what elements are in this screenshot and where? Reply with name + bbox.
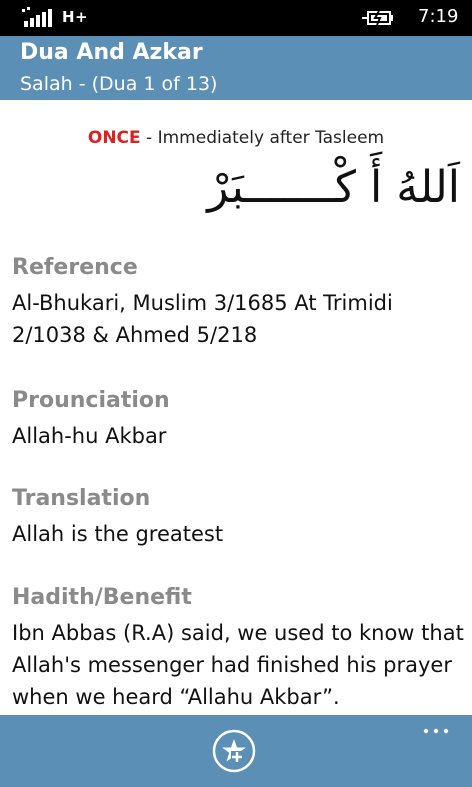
network-type-label: H+	[62, 8, 89, 26]
add-favorite-star-icon[interactable]	[211, 728, 257, 774]
frequency-label: ONCE	[87, 128, 141, 148]
pronunciation-heading: Prounciation	[12, 388, 170, 413]
reference-heading: Reference	[12, 255, 138, 280]
translation-text: Allah is the greatest	[12, 522, 224, 546]
pronunciation-text: Allah-hu Akbar	[12, 424, 167, 448]
translation-heading: Translation	[12, 486, 151, 511]
battery-charging-icon	[362, 10, 393, 26]
reference-text: Al-Bhukari, Muslim 3/1685 At Trimidi 2/1…	[12, 291, 393, 347]
app-bar	[0, 715, 472, 787]
app-header: Dua And Azkar Salah - (Dua 1 of 13)	[0, 36, 472, 100]
clock: 7:19	[418, 6, 459, 27]
signal-strength-icon	[22, 7, 52, 27]
dua-content[interactable]: ONCE - Immediately after Tasleem اَللهُ …	[0, 100, 472, 715]
occasion-separator: -	[140, 128, 158, 148]
more-dots-icon[interactable]	[418, 721, 458, 741]
page-subtitle: Salah - (Dua 1 of 13)	[20, 73, 218, 95]
status-bar: H+ 7:19	[0, 0, 472, 36]
hadith-heading: Hadith/Benefit	[12, 585, 192, 610]
screen: H+ 7:19 Dua And Azkar Salah - (Dua 1 of …	[0, 0, 472, 787]
hadith-text: Ibn Abbas (R.A) said, we used to know th…	[12, 621, 464, 709]
occasion-line: ONCE - Immediately after Tasleem	[0, 128, 472, 148]
app-title: Dua And Azkar	[20, 40, 203, 65]
arabic-dua-text: اَللهُ أَ كْـــــــبَرْ	[207, 162, 460, 213]
occasion-text: Immediately after Tasleem	[157, 128, 385, 148]
